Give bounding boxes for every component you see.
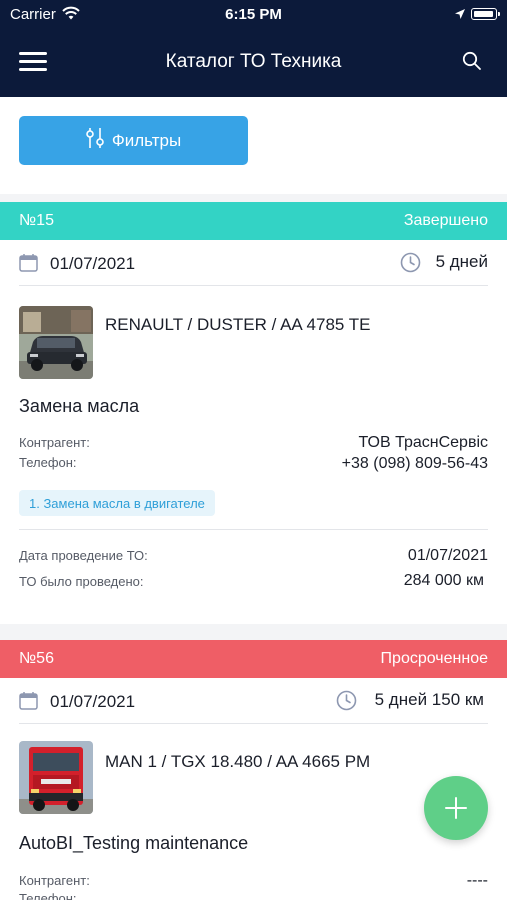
battery-icon [471, 8, 500, 20]
service-tag: 1. Замена масла в двигателе [19, 490, 215, 516]
phone-label: Телефон: [19, 455, 77, 470]
card-header: №15 Завершено [0, 202, 507, 240]
location-arrow-icon [454, 7, 466, 25]
search-icon[interactable] [462, 51, 482, 71]
counterparty-value: ---- [466, 872, 488, 889]
filter-sliders-icon [86, 127, 104, 154]
clock-time: 6:15 PM [225, 6, 282, 23]
job-title: AutoBI_Testing maintenance [19, 833, 249, 853]
maintenance-card[interactable]: №56 Просроченное 01/07/2021 5 дней 150 к… [0, 640, 507, 900]
calendar-icon [19, 253, 38, 277]
job-title: Замена масла [19, 396, 140, 416]
card-date: 01/07/2021 [50, 692, 136, 711]
phone-value[interactable]: +38 (098) 809-56-43 [342, 455, 488, 473]
maintenance-card[interactable]: №15 Завершено 01/07/2021 5 дней RENAULT … [0, 202, 507, 624]
section-separator [0, 624, 507, 640]
date-row: 01/07/2021 5 дней 150 км [19, 678, 488, 724]
counterparty-value: ТОВ ТраснСервіс [358, 434, 488, 451]
interval-text: 5 дней [435, 252, 488, 271]
status-bar: Carrier 6:15 PM [0, 0, 507, 28]
card-number: №56 [19, 650, 54, 667]
page-title: Каталог ТО Техника [165, 51, 342, 72]
clock-icon [336, 690, 357, 716]
status-badge: Просроченное [380, 650, 488, 667]
divider [19, 529, 488, 530]
add-button[interactable] [424, 776, 488, 840]
filters-label: Фильтры [111, 130, 182, 150]
calendar-icon [19, 691, 38, 715]
mileage-value: 284 000 км [403, 572, 484, 589]
vehicle-photo [19, 306, 93, 379]
phone-label: Телефон: [19, 891, 77, 900]
status-badge: Завершено [403, 212, 488, 229]
service-date-label: Дата проведение ТО: [19, 548, 148, 563]
card-date: 01/07/2021 [50, 254, 136, 273]
vehicle-photo [19, 741, 93, 814]
interval-text: 5 дней 150 км [374, 690, 484, 709]
counterparty-label: Контрагент: [19, 873, 90, 888]
top-navigation-bar: Carrier 6:15 PM Каталог ТО Техника [0, 0, 507, 97]
vehicle-title: MAN 1 / TGX 18.480 / AA 4665 PM [105, 752, 371, 771]
service-date-value: 01/07/2021 [407, 547, 488, 564]
counterparty-label: Контрагент: [19, 435, 90, 450]
card-number: №15 [19, 212, 54, 229]
clock-icon [400, 252, 421, 278]
date-row: 01/07/2021 5 дней [19, 240, 488, 286]
section-separator [0, 194, 507, 202]
mileage-label: ТО было проведено: [19, 574, 144, 589]
vehicle-title: RENAULT / DUSTER / AA 4785 TE [105, 315, 371, 334]
filters-button[interactable]: Фильтры [19, 116, 248, 165]
card-header: №56 Просроченное [0, 640, 507, 678]
